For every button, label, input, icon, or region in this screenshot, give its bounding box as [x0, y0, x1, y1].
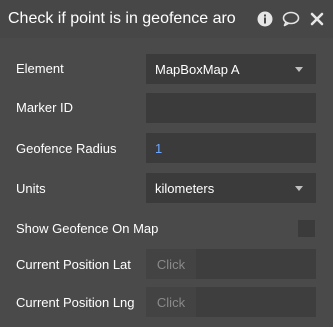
panel-header: Check if point is in geofence aro [0, 0, 333, 38]
element-label: Element [16, 61, 64, 76]
show-geofence-label: Show Geofence On Map [16, 221, 159, 236]
current-lat-label: Current Position Lat [16, 257, 131, 272]
show-geofence-checkbox[interactable] [298, 220, 315, 237]
element-dropdown[interactable]: MapBoxMap A [146, 54, 316, 84]
geofence-radius-input[interactable]: 1 [146, 133, 316, 163]
info-icon[interactable] [255, 9, 275, 29]
geofence-radius-label: Geofence Radius [16, 141, 117, 156]
close-icon[interactable] [307, 9, 327, 29]
comment-icon[interactable] [281, 9, 301, 29]
geofence-radius-value: 1 [155, 140, 163, 156]
panel-title: Check if point is in geofence aro [8, 10, 236, 27]
units-value: kilometers [155, 180, 215, 196]
current-lat-field: Click [146, 249, 316, 279]
marker-id-label: Marker ID [16, 100, 74, 115]
element-value: MapBoxMap A [155, 61, 240, 77]
workflow-action-panel: Check if point is in geofence aro Elemen… [0, 0, 333, 327]
current-lat-click-button[interactable]: Click [146, 249, 196, 279]
current-lng-field: Click [146, 287, 316, 317]
header-icons [255, 9, 327, 29]
current-lng-click-button[interactable]: Click [146, 287, 196, 317]
units-dropdown[interactable]: kilometers [146, 173, 316, 203]
units-label: Units [16, 181, 46, 196]
current-lng-label: Current Position Lng [16, 295, 135, 310]
chevron-down-icon [295, 67, 303, 72]
chevron-down-icon [295, 186, 303, 191]
marker-id-input[interactable] [146, 93, 316, 123]
